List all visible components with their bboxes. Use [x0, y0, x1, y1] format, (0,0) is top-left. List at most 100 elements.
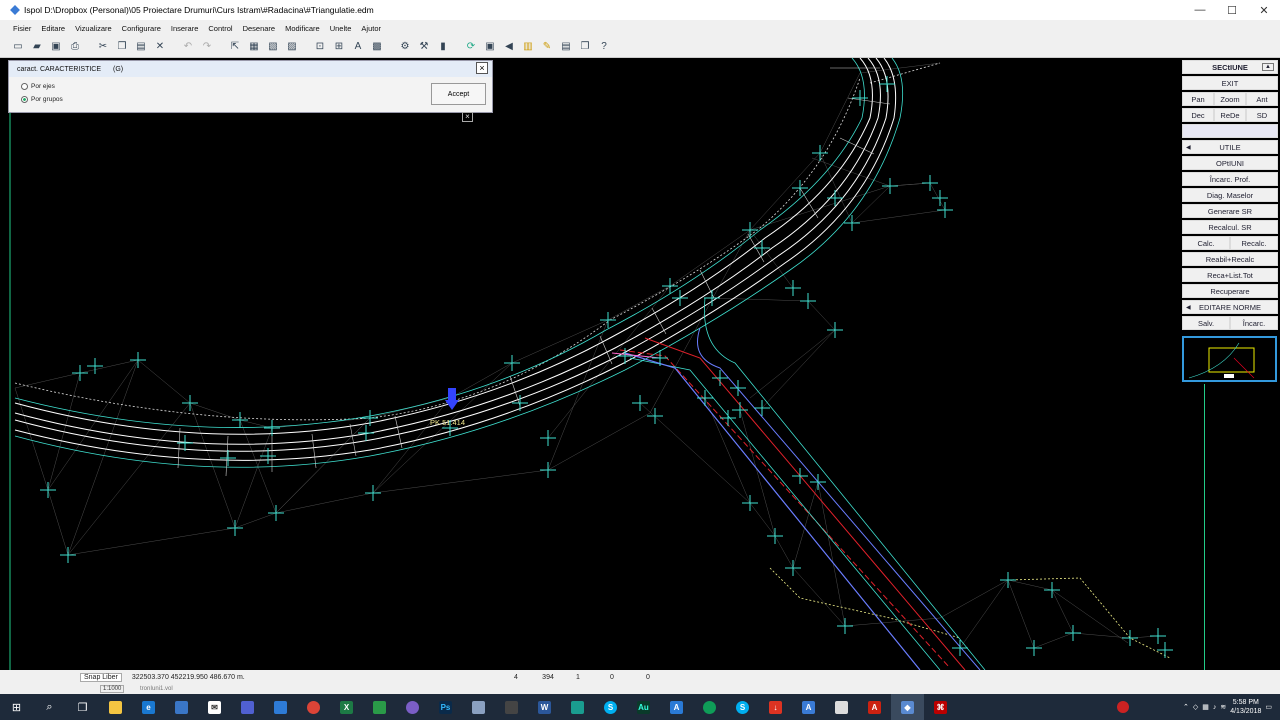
copy-icon[interactable]: ❐ — [114, 39, 130, 55]
dropbox-icon[interactable]: ◇ — [1193, 703, 1198, 711]
maximize-button[interactable]: ☐ — [1216, 0, 1248, 20]
reca-list-button[interactable]: Reca+List.Tot — [1182, 268, 1278, 282]
word-icon[interactable]: W — [528, 694, 561, 720]
dec-button[interactable]: Dec — [1182, 108, 1214, 122]
recalc-button[interactable]: Recalc. — [1230, 236, 1278, 250]
calc-button[interactable]: Calc. — [1182, 236, 1230, 250]
box-icon[interactable]: ▤ — [558, 39, 574, 55]
menu-unelte[interactable]: Unelte — [325, 24, 357, 33]
pan-button[interactable]: Pan — [1182, 92, 1214, 106]
editare-norme-button[interactable]: ◀ EDITARE NORME — [1182, 300, 1278, 314]
ant-button[interactable]: Ant — [1246, 92, 1278, 106]
grid-icon[interactable]: ▩ — [369, 39, 385, 55]
lock-icon[interactable]: ▮ — [435, 39, 451, 55]
app-icon[interactable]: A — [792, 694, 825, 720]
minimap[interactable] — [1182, 336, 1277, 382]
network-icon[interactable]: ▦ — [1202, 703, 1209, 711]
refresh-icon[interactable]: ⟳ — [463, 39, 479, 55]
new-icon[interactable]: ▭ — [10, 39, 26, 55]
photoshop-icon[interactable]: Ps — [429, 694, 462, 720]
app-icon[interactable] — [363, 694, 396, 720]
dialog-close-icon[interactable]: × — [476, 62, 488, 74]
app-icon[interactable] — [231, 694, 264, 720]
image-icon[interactable]: ▣ — [482, 39, 498, 55]
select-icon[interactable]: ⇱ — [227, 39, 243, 55]
chrome-icon[interactable] — [297, 694, 330, 720]
menu-vizualizare[interactable]: Vizualizare — [70, 24, 117, 33]
layers-icon[interactable]: ▨ — [284, 39, 300, 55]
window-icon[interactable]: ❐ — [577, 39, 593, 55]
scale[interactable]: 1:1000 — [100, 685, 125, 693]
sd-button[interactable]: SD — [1246, 108, 1278, 122]
pencil-icon[interactable]: ✎ — [539, 39, 555, 55]
skype-icon[interactable]: S — [594, 694, 627, 720]
incarc-prof-button[interactable]: Încarc. Prof. — [1182, 172, 1278, 186]
file-explorer-icon[interactable] — [99, 694, 132, 720]
search-icon[interactable]: ⌕ — [33, 694, 66, 720]
align-right-icon[interactable]: ▧ — [265, 39, 281, 55]
acrobat-icon[interactable]: ⌘ — [924, 694, 957, 720]
salv-button[interactable]: Salv. — [1182, 316, 1230, 330]
tools-icon[interactable]: ⚒ — [416, 39, 432, 55]
zoom-extents-icon[interactable]: ⊞ — [331, 39, 347, 55]
record-icon[interactable] — [1116, 701, 1129, 713]
redo-icon[interactable]: ↷ — [199, 39, 215, 55]
app-icon[interactable] — [561, 694, 594, 720]
reabil-recalc-button[interactable]: Reabil+Recalc — [1182, 252, 1278, 266]
app-icon[interactable] — [825, 694, 858, 720]
option-por-grupos[interactable]: Por grupos — [21, 93, 492, 106]
diag-maselor-button[interactable]: Diag. Maselor — [1182, 188, 1278, 202]
notifications-icon[interactable]: ▭ — [1265, 703, 1272, 711]
menu-editare[interactable]: Editare — [36, 24, 70, 33]
zoom-window-icon[interactable]: ⊡ — [312, 39, 328, 55]
radio-icon[interactable] — [21, 83, 28, 90]
arrow-left-icon[interactable]: ◀ — [501, 39, 517, 55]
text-icon[interactable]: A — [350, 39, 366, 55]
skype-icon[interactable]: S — [726, 694, 759, 720]
menu-modificare[interactable]: Modificare — [280, 24, 325, 33]
open-icon[interactable]: ▰ — [29, 39, 45, 55]
download-icon[interactable]: ↓ — [759, 694, 792, 720]
recuperare-button[interactable]: Recuperare — [1182, 284, 1278, 298]
menu-configurare[interactable]: Configurare — [117, 24, 166, 33]
app-icon[interactable] — [264, 694, 297, 720]
utile-button[interactable]: ◀ UTILE — [1182, 140, 1278, 154]
drawing-canvas[interactable]: PK 51.414 — [0, 58, 1180, 670]
zoom-button[interactable]: Zoom — [1214, 92, 1246, 106]
app-icon[interactable]: A — [660, 694, 693, 720]
radio-selected-icon[interactable] — [21, 96, 28, 103]
minimize-button[interactable]: — — [1184, 0, 1216, 20]
print-icon[interactable]: ⎙ — [67, 39, 83, 55]
recalcul-sr-button[interactable]: Recalcul. SR — [1182, 220, 1278, 234]
incarc-button[interactable]: Încarc. — [1230, 316, 1278, 330]
clock[interactable]: 5:58 PM 4/13/2018 — [1230, 698, 1261, 716]
rede-button[interactable]: ReDe — [1214, 108, 1246, 122]
viber-icon[interactable] — [396, 694, 429, 720]
snap-mode[interactable]: Snap Liber — [80, 672, 122, 682]
calculator-icon[interactable] — [495, 694, 528, 720]
chrome-icon[interactable] — [693, 694, 726, 720]
menu-desenare[interactable]: Desenare — [238, 24, 281, 33]
cut-icon[interactable]: ✂ — [95, 39, 111, 55]
store-icon[interactable] — [165, 694, 198, 720]
app-icon[interactable] — [462, 694, 495, 720]
menu-ajutor[interactable]: Ajutor — [356, 24, 386, 33]
delete-icon[interactable]: ✕ — [152, 39, 168, 55]
close-icon[interactable]: × — [462, 112, 473, 122]
menu-fisier[interactable]: Fisier — [8, 24, 36, 33]
align-icon[interactable]: ▦ — [246, 39, 262, 55]
optiuni-button[interactable]: OPtIUNI — [1182, 156, 1278, 170]
audition-icon[interactable]: Au — [627, 694, 660, 720]
edge-icon[interactable]: e — [132, 694, 165, 720]
ispol-icon[interactable]: ◆ — [891, 694, 924, 720]
volume-icon[interactable]: ♪ — [1213, 704, 1217, 711]
mail-icon[interactable]: ✉ — [198, 694, 231, 720]
menu-control[interactable]: Control — [203, 24, 237, 33]
save-icon[interactable]: ▣ — [48, 39, 64, 55]
autocad-icon[interactable]: A — [858, 694, 891, 720]
task-view-icon[interactable]: ❐ — [66, 694, 99, 720]
generare-sr-button[interactable]: Generare SR — [1182, 204, 1278, 218]
wifi-icon[interactable]: ≋ — [1220, 703, 1226, 711]
accept-button[interactable]: Accept — [431, 83, 486, 105]
close-button[interactable]: ✕ — [1248, 0, 1280, 20]
